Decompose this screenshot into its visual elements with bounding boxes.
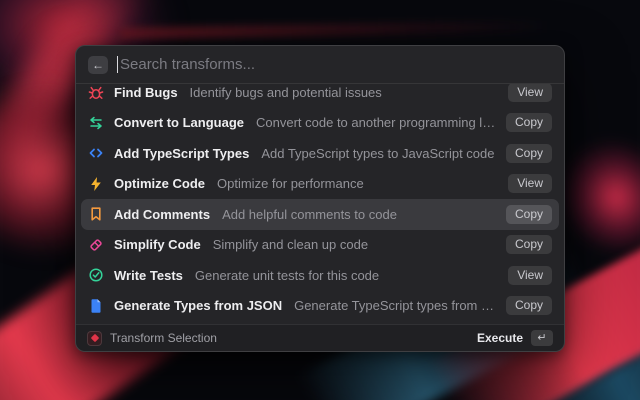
row-find-bugs[interactable]: Find Bugs Identify bugs and potential is… xyxy=(81,84,559,108)
row-title: Add TypeScript Types xyxy=(114,145,250,161)
row-convert-to-language[interactable]: Convert to Language Convert code to anot… xyxy=(81,108,559,139)
lightning-bolt-icon xyxy=(91,176,101,191)
row-write-tests[interactable]: Write Tests Generate unit tests for this… xyxy=(81,260,559,291)
transform-extension-icon xyxy=(87,330,102,346)
wallpaper-shape xyxy=(119,20,551,40)
return-key-icon: ↵ xyxy=(531,330,553,346)
copy-button[interactable]: Copy xyxy=(505,143,552,163)
transform-list: Find Bugs Identify bugs and potential is… xyxy=(76,84,564,324)
bookmark-icon xyxy=(91,207,101,221)
copy-button[interactable]: Copy xyxy=(505,113,552,133)
search-bar: ← xyxy=(76,46,564,84)
row-title: Write Tests xyxy=(114,267,183,283)
row-title: Simplify Code xyxy=(114,237,201,253)
view-button[interactable]: View xyxy=(508,84,552,102)
diamond-glyph xyxy=(90,333,99,343)
check-circle-icon xyxy=(89,268,103,282)
row-subtitle: Simplify and clean up code xyxy=(212,237,369,253)
row-title: Optimize Code xyxy=(114,176,206,192)
copy-button[interactable]: Copy xyxy=(505,235,552,255)
row-subtitle: Add TypeScript types to JavaScript code xyxy=(261,145,495,161)
eraser-icon xyxy=(90,239,102,251)
view-button[interactable]: View xyxy=(508,174,552,194)
swap-arrows-icon xyxy=(90,116,102,129)
bug-icon xyxy=(88,87,104,100)
code-brackets-icon xyxy=(89,148,103,158)
copy-button[interactable]: Copy xyxy=(505,204,552,224)
search-input[interactable] xyxy=(120,56,552,73)
row-subtitle: Generate unit tests for this code xyxy=(194,267,380,283)
row-title: Find Bugs xyxy=(114,84,178,100)
row-simplify-code[interactable]: Simplify Code Simplify and clean up code… xyxy=(81,230,559,261)
row-subtitle: Generate TypeScript types from JSON data xyxy=(294,298,496,314)
row-subtitle: Optimize for performance xyxy=(217,176,364,192)
row-add-comments[interactable]: Add Comments Add helpful comments to cod… xyxy=(81,199,559,230)
command-palette: ← Find Bugs Identify bugs and potential … xyxy=(75,45,565,352)
row-title: Add Comments xyxy=(114,206,211,222)
row-generate-types-from-json[interactable]: Generate Types from JSON Generate TypeSc… xyxy=(81,291,559,322)
footer-command-label: Transform Selection xyxy=(110,331,217,345)
text-caret xyxy=(117,56,118,73)
file-icon xyxy=(91,298,101,313)
row-subtitle: Identify bugs and potential issues xyxy=(189,84,382,100)
row-optimize-code[interactable]: Optimize Code Optimize for performance V… xyxy=(81,169,559,200)
view-button[interactable]: View xyxy=(508,265,552,285)
row-subtitle: Add helpful comments to code xyxy=(222,206,397,222)
footer-bar: Transform Selection Execute ↵ xyxy=(76,324,564,351)
back-button[interactable]: ← xyxy=(88,55,108,74)
execute-action[interactable]: Execute xyxy=(477,331,523,345)
row-add-typescript-types[interactable]: Add TypeScript Types Add TypeScript type… xyxy=(81,138,559,169)
row-subtitle: Convert code to another programming lang… xyxy=(256,115,496,131)
arrow-left-icon: ← xyxy=(92,57,104,72)
row-title: Generate Types from JSON xyxy=(114,298,283,314)
row-title: Convert to Language xyxy=(114,115,245,131)
search-field-wrap xyxy=(117,56,552,73)
copy-button[interactable]: Copy xyxy=(505,296,552,316)
